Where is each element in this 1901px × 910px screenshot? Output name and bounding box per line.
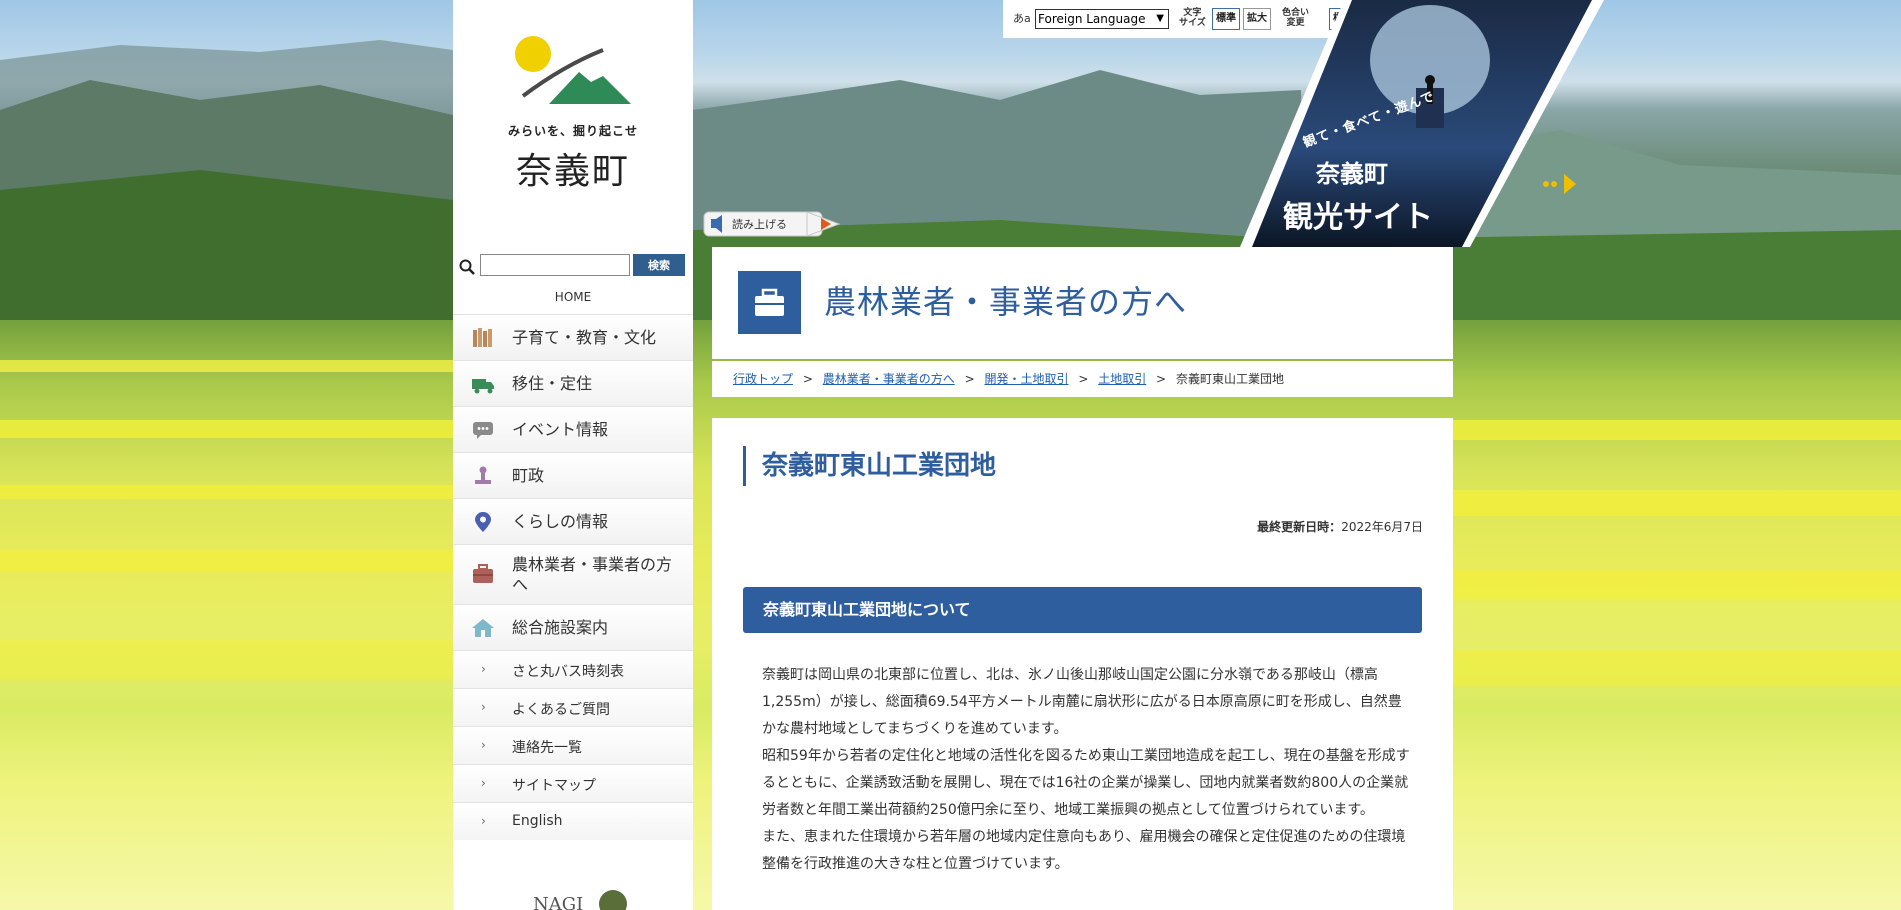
search-button[interactable]: 検索 [633, 254, 685, 276]
nav-sub-label: English [512, 813, 563, 829]
nav-item-kosodate[interactable]: 子育て・教育・文化 [453, 314, 693, 360]
breadcrumb-separator: > [964, 372, 975, 386]
chevron-right-icon: › [481, 738, 486, 752]
nagi-logo-badge: NAGI [533, 890, 627, 910]
home-link[interactable]: HOME [453, 290, 693, 304]
chat-icon [473, 422, 493, 439]
search-input[interactable] [480, 254, 630, 276]
truck-icon [472, 379, 494, 394]
tourism-banner-site: 観光サイト [1283, 200, 1433, 235]
last-updated-value: 2022年6月7日 [1341, 520, 1423, 534]
logo-sun-mountain-icon [515, 36, 631, 104]
logo-tagline: みらいを、掘り起こせ [507, 124, 638, 138]
nav-label: 移住・定住 [512, 374, 593, 393]
page-header: 農林業者・事業者の方へ [712, 247, 1453, 359]
nav-sub-sitemap[interactable]: › サイトマップ [453, 764, 693, 802]
nav-label: 総合施設案内 [512, 618, 609, 637]
body-paragraph: 昭和59年から若者の定住化と地域の活性化を図るため東山工業団地造成を起工し、現在… [762, 748, 1410, 818]
nav-label: イベント情報 [512, 420, 609, 439]
section-heading: 奈義町東山工業団地について [743, 587, 1422, 633]
breadcrumb: 行政トップ > 農林業者・事業者の方へ > 開発・土地取引 > 土地取引 > 奈… [712, 361, 1453, 397]
breadcrumb-separator: > [1078, 372, 1089, 386]
read-aloud-button[interactable]: 読み上げる [703, 211, 843, 237]
text-size-label: 文字 サイズ [1179, 8, 1206, 28]
nav-label: 農林業者・事業者の方へ [512, 555, 673, 594]
body-paragraph: 奈義町は岡山県の北東部に位置し、北は、氷ノ山後山那岐山国定公園に分水嶺である那岐… [762, 667, 1402, 737]
language-select-value: Foreign Language [1038, 12, 1146, 26]
last-updated-label: 最終更新日時： [1257, 520, 1342, 534]
nav-sub-label: サイトマップ [512, 778, 596, 794]
text-size-label-line: サイズ [1179, 18, 1206, 28]
nav-sub-english[interactable]: › English [453, 802, 693, 840]
nav-label: 子育て・教育・文化 [512, 328, 657, 347]
nav-item-kurashi[interactable]: くらしの情報 [453, 498, 693, 544]
nav-item-jigyosha[interactable]: 農林業者・事業者の方へ [453, 544, 693, 604]
sidebar: みらいを、掘り起こせ 奈義町 検索 HOME 子育て・教育・文化 移住・定住 イ… [453, 0, 693, 910]
header-icon-box [738, 271, 801, 334]
text-size-standard-button[interactable]: 標準 [1212, 8, 1240, 30]
logo-town-name: 奈義町 [515, 151, 630, 192]
body-paragraph: また、恵まれた住環境から若年層の地域内定住意向もあり、雇用機会の確保と定住促進の… [762, 829, 1406, 872]
sidebar-nav: 子育て・教育・文化 移住・定住 イベント情報 町政 くらしの情報 農林業者・事業… [453, 314, 693, 840]
nav-sub-label: さと丸バス時刻表 [512, 664, 624, 680]
chevron-right-icon: › [481, 662, 486, 676]
tourism-banner-town: 奈義町 [1316, 159, 1388, 188]
nav-item-event[interactable]: イベント情報 [453, 406, 693, 452]
chevron-right-icon: › [481, 814, 486, 828]
breadcrumb-link[interactable]: 開発・土地取引 [984, 372, 1068, 386]
nav-sub-label: よくあるご質問 [512, 702, 610, 718]
main-content: 奈義町東山工業団地 最終更新日時：2022年6月7日 奈義町東山工業団地について… [712, 418, 1453, 910]
search-icon [459, 259, 475, 275]
last-updated: 最終更新日時：2022年6月7日 [1257, 518, 1423, 535]
language-select[interactable]: Foreign Language ▼ [1035, 9, 1169, 29]
nav-item-ijuu[interactable]: 移住・定住 [453, 360, 693, 406]
logo[interactable]: みらいを、掘り起こせ 奈義町 [453, 0, 693, 248]
briefcase-icon [755, 288, 784, 316]
books-icon [473, 328, 492, 347]
breadcrumb-link[interactable]: 農林業者・事業者の方へ [823, 372, 955, 386]
nav-label: くらしの情報 [512, 512, 609, 531]
house-icon [472, 619, 494, 637]
nav-sub-bus[interactable]: › さと丸バス時刻表 [453, 650, 693, 688]
breadcrumb-link[interactable]: 土地取引 [1098, 372, 1146, 386]
language-glyph-icon: あa [1013, 12, 1031, 25]
nav-sub-label: 連絡先一覧 [512, 740, 582, 756]
chevron-down-icon: ▼ [1156, 13, 1164, 24]
breadcrumb-current: 奈義町東山工業団地 [1175, 372, 1284, 386]
search-bar: 検索 [453, 252, 693, 282]
content-title: 奈義町東山工業団地 [743, 446, 996, 486]
briefcase-icon [473, 564, 493, 583]
text-size-label-line: 文字 [1183, 8, 1202, 18]
stamp-icon [475, 466, 491, 484]
chevron-right-icon: › [481, 776, 486, 790]
breadcrumb-link[interactable]: 行政トップ [733, 372, 793, 386]
read-aloud-label: 読み上げる [732, 218, 787, 231]
svg-text:NAGI: NAGI [533, 894, 583, 910]
breadcrumb-separator: > [1156, 372, 1167, 386]
breadcrumb-separator: > [802, 372, 813, 386]
nav-sub-contacts[interactable]: › 連絡先一覧 [453, 726, 693, 764]
body-text: 奈義町は岡山県の北東部に位置し、北は、氷ノ山後山那岐山国定公園に分水嶺である那岐… [762, 662, 1412, 878]
nav-item-shisetsu[interactable]: 総合施設案内 [453, 604, 693, 650]
nav-label: 町政 [512, 466, 545, 485]
map-pin-icon [475, 512, 491, 532]
nav-item-chosei[interactable]: 町政 [453, 452, 693, 498]
nav-sub-faq[interactable]: › よくあるご質問 [453, 688, 693, 726]
chevron-right-icon: › [481, 700, 486, 714]
page-title: 農林業者・事業者の方へ [824, 283, 1188, 321]
